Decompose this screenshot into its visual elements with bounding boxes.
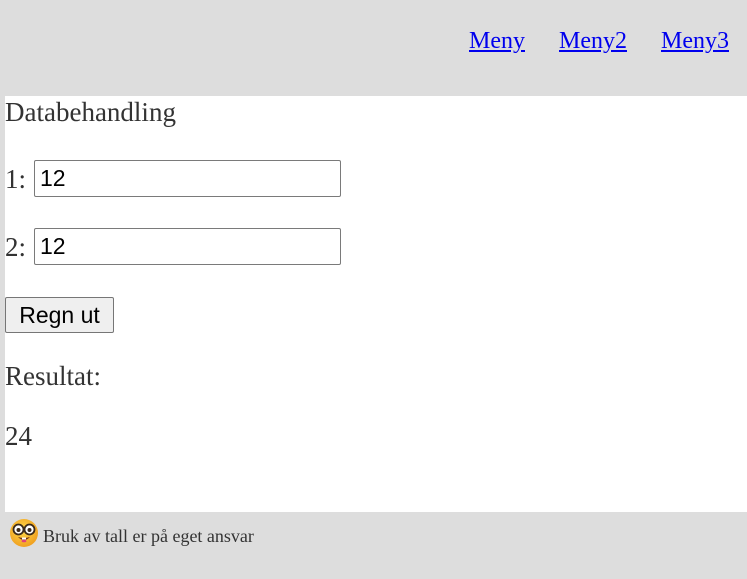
field-2-label: 2:	[5, 231, 27, 262]
field-row-1: 1:	[5, 160, 341, 197]
nav-link-meny3[interactable]: Meny3	[661, 28, 729, 55]
page: Meny Meny2 Meny3 Databehandling 1: 2: Re…	[0, 0, 747, 579]
main-content: Databehandling 1: 2: Regn ut Resultat: 2…	[5, 96, 747, 512]
main-nav: Meny Meny2 Meny3	[469, 28, 729, 55]
page-title: Databehandling	[5, 97, 176, 127]
footer: Bruk av tall er på eget ansvar	[0, 512, 747, 579]
nav-link-meny2[interactable]: Meny2	[559, 28, 627, 55]
nerd-face-icon	[10, 519, 38, 547]
field-row-2: 2:	[5, 228, 341, 265]
number-input-1[interactable]	[34, 160, 341, 197]
footer-disclaimer: Bruk av tall er på eget ansvar	[43, 526, 254, 546]
number-input-2[interactable]	[34, 228, 341, 265]
nav-link-meny[interactable]: Meny	[469, 28, 525, 55]
result-value: 24	[5, 421, 32, 451]
header: Meny Meny2 Meny3	[0, 0, 747, 96]
calculate-button[interactable]: Regn ut	[5, 297, 114, 333]
result-label: Resultat:	[5, 361, 101, 391]
field-1-label: 1:	[5, 163, 27, 194]
